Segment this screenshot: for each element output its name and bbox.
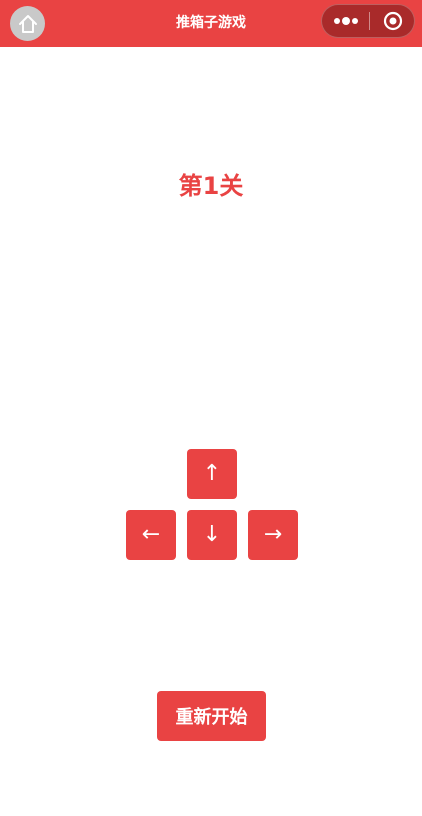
more-dots-icon	[333, 17, 358, 25]
target-circle-icon	[383, 11, 402, 31]
close-button[interactable]	[370, 5, 415, 37]
move-down-button[interactable]: ↓	[187, 510, 237, 560]
move-left-button[interactable]: ←	[126, 510, 176, 560]
home-button[interactable]	[10, 6, 45, 41]
move-up-button[interactable]: ↑	[187, 449, 237, 499]
more-button[interactable]	[322, 5, 369, 37]
menu-capsule	[321, 4, 415, 38]
move-right-button[interactable]: →	[248, 510, 298, 560]
level-title: 第1关	[178, 172, 244, 200]
restart-button[interactable]: 重新开始	[157, 691, 266, 741]
navigation-bar: 推箱子游戏	[0, 0, 422, 47]
home-icon	[18, 14, 37, 33]
